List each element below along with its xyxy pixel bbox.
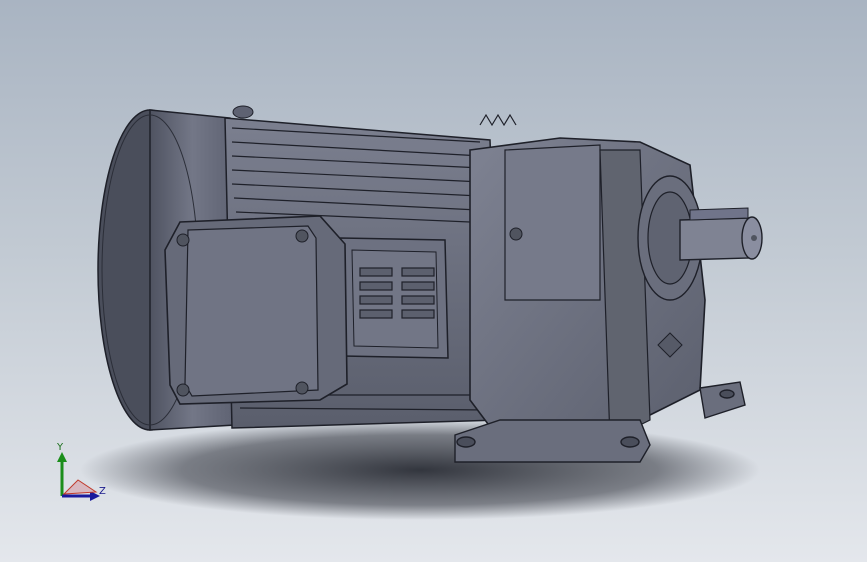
output-shaft[interactable] — [679, 207, 763, 261]
shaft-key — [689, 207, 749, 221]
orientation-triad: Y Z — [48, 438, 118, 508]
z-axis-label: Z — [99, 486, 106, 497]
terminal-box[interactable] — [164, 215, 348, 405]
3d-viewport[interactable]: Y Z — [0, 0, 867, 562]
gearbox-housing[interactable] — [469, 137, 706, 441]
geared-motor-model[interactable] — [0, 0, 867, 562]
nameplate — [339, 237, 449, 359]
x-axis-indicator — [62, 479, 98, 495]
ground-shadow — [80, 420, 760, 520]
y-axis-label: Y — [57, 442, 64, 453]
eyebolt — [232, 105, 254, 119]
oil-plug — [509, 227, 523, 241]
